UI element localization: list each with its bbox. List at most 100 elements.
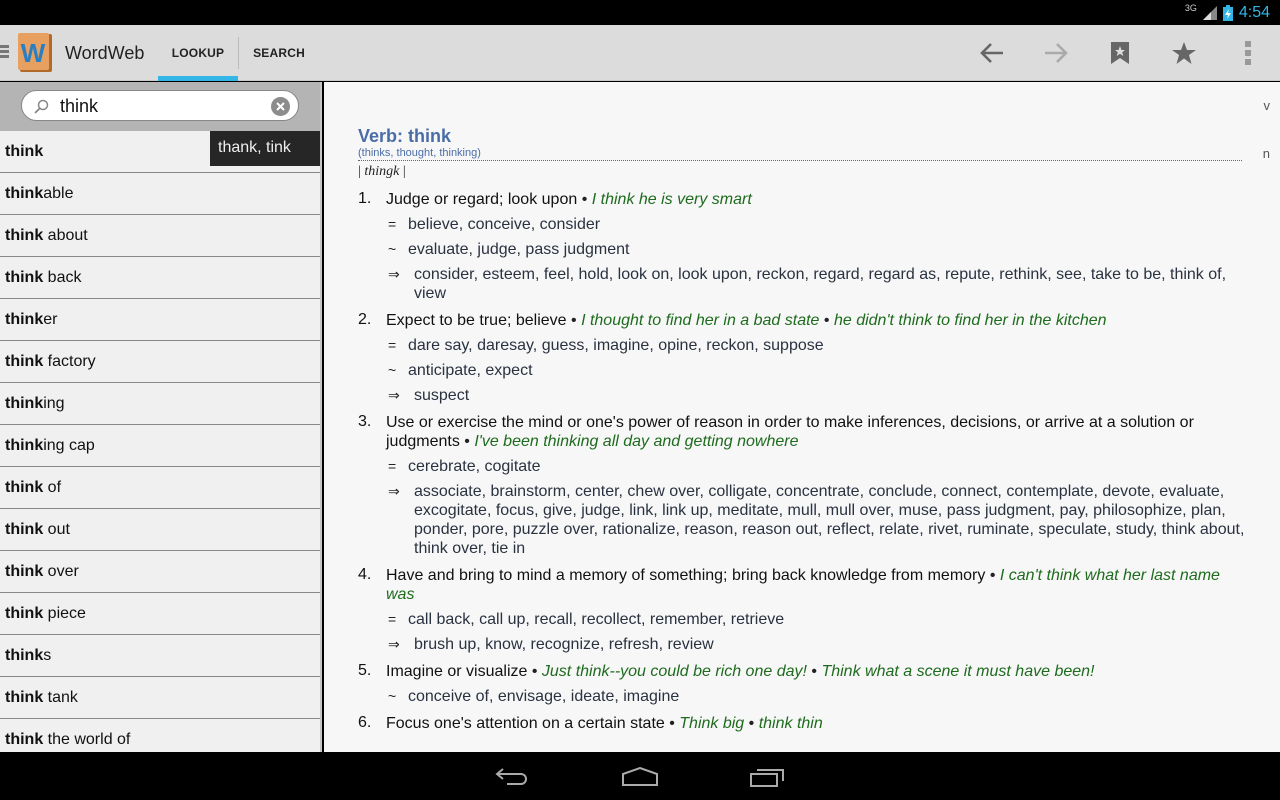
navigation-bar: [0, 752, 1280, 800]
related-word-links[interactable]: anticipate, expect: [408, 362, 533, 379]
similar-icon: ~: [388, 241, 397, 257]
word-list-item[interactable]: think the world of: [0, 719, 320, 752]
similar-icon: ~: [388, 688, 397, 704]
search-box[interactable]: [21, 90, 299, 121]
related-arrow-icon: ⇒: [388, 266, 400, 282]
bullet-separator: •: [819, 312, 834, 329]
forward-arrow-icon[interactable]: [1036, 35, 1076, 71]
tab-search[interactable]: SEARCH: [240, 25, 318, 81]
related-arrow-icon: ⇒: [388, 483, 400, 499]
word-match: think: [5, 394, 44, 412]
word-list-item[interactable]: think factory: [0, 341, 320, 383]
word-list-item[interactable]: think back: [0, 257, 320, 299]
back-nav-icon[interactable]: [492, 764, 532, 790]
spelling-suggestion-popup[interactable]: thank, tink: [210, 131, 320, 166]
word-match: think: [5, 646, 44, 664]
gloss-text: Have and bring to mind a memory of somet…: [386, 567, 986, 584]
tab-lookup[interactable]: LOOKUP: [158, 25, 238, 81]
related-word-links[interactable]: call back, call up, recall, recollect, r…: [408, 611, 784, 628]
related-word-links[interactable]: evaluate, judge, pass judgment: [408, 241, 629, 258]
word-list-panel: thinkthinkablethink aboutthink backthink…: [0, 82, 322, 752]
related-words: = cerebrate, cogitate: [386, 457, 1248, 476]
word-match: think: [5, 520, 44, 538]
word-suffix: ing cap: [43, 436, 95, 454]
close-icon: [276, 102, 285, 111]
word-list-item[interactable]: think ing: [0, 383, 320, 425]
related-words: ⇒ brush up, know, recognize, refresh, rev…: [386, 635, 1248, 654]
word-list-item[interactable]: think able: [0, 173, 320, 215]
word-suffix: er: [43, 310, 58, 328]
jump-verb-link[interactable]: v: [1264, 98, 1271, 113]
search-bar: [0, 82, 320, 131]
definition-gloss: Judge or regard; look upon • I think he …: [386, 190, 1248, 209]
related-word-links[interactable]: suspect: [414, 387, 469, 404]
entry-title: Verb: think: [358, 126, 452, 146]
word-list-item[interactable]: think of: [0, 467, 320, 509]
bullet-separator: •: [744, 715, 759, 732]
svg-text:W: W: [21, 38, 46, 68]
definition-number: 4.: [358, 566, 372, 583]
word-match: think: [5, 184, 44, 202]
word-suffix: factory: [43, 352, 96, 370]
related-word-links[interactable]: cerebrate, cogitate: [408, 458, 541, 475]
star-icon[interactable]: [1164, 35, 1204, 71]
definitions-list: 1. Judge or regard; look upon • I think h…: [358, 190, 1248, 741]
related-word-links[interactable]: believe, conceive, consider: [408, 216, 600, 233]
definition: 3. Use or exercise the mind or one's powe…: [358, 413, 1248, 558]
similar-icon: ~: [388, 362, 397, 378]
back-arrow-icon[interactable]: [972, 35, 1012, 71]
word-list-item[interactable]: think out: [0, 509, 320, 551]
related-words: ~ evaluate, judge, pass judgment: [386, 240, 1248, 259]
definition-number: 6.: [358, 714, 372, 731]
usage-example: Think what a scene it must have been!: [821, 663, 1095, 680]
wordweb-logo-icon[interactable]: W: [18, 33, 54, 73]
usage-example: Just think--you could be rich one day!: [541, 663, 807, 680]
word-list-item[interactable]: think er: [0, 299, 320, 341]
word-suffix: back: [43, 268, 82, 286]
overflow-menu-icon[interactable]: [1228, 35, 1268, 71]
jump-noun-link[interactable]: n: [1263, 146, 1270, 161]
synonym-icon: =: [388, 337, 397, 353]
search-icon: [34, 99, 49, 114]
word-match: think: [5, 436, 44, 454]
clear-search-button[interactable]: [271, 97, 290, 116]
clock: 4:54: [1238, 3, 1270, 21]
definition-gloss: Focus one's attention on a certain state…: [386, 714, 1248, 733]
search-input[interactable]: [60, 94, 260, 118]
word-list-item[interactable]: think tank: [0, 677, 320, 719]
bullet-separator: •: [459, 433, 475, 450]
word-list-item[interactable]: think over: [0, 551, 320, 593]
word-suffix: piece: [43, 604, 86, 622]
tab-divider: [238, 37, 239, 69]
word-suffix: ing: [43, 394, 65, 412]
related-word-links[interactable]: conceive of, envisage, ideate, imagine: [408, 688, 679, 705]
definition-number: 1.: [358, 190, 372, 207]
gloss-text: Expect to be true; believe: [386, 312, 567, 329]
related-word-links[interactable]: dare say, daresay, guess, imagine, opine…: [408, 337, 824, 354]
definition-number: 3.: [358, 413, 372, 430]
bullet-separator: •: [527, 663, 542, 680]
usage-example: I think he is very smart: [591, 191, 752, 208]
related-word-links[interactable]: associate, brainstorm, center, chew over…: [414, 483, 1244, 557]
word-list-item[interactable]: think s: [0, 635, 320, 677]
word-list-item[interactable]: think about: [0, 215, 320, 257]
word-match: think: [5, 268, 44, 286]
word-list-item[interactable]: think ing cap: [0, 425, 320, 467]
definition-number: 2.: [358, 311, 372, 328]
word-list-item[interactable]: think piece: [0, 593, 320, 635]
usage-example: he didn't think to find her in the kitch…: [833, 312, 1107, 329]
related-words: ⇒ consider, esteem, feel, hold, look on, …: [386, 265, 1248, 303]
related-word-links[interactable]: consider, esteem, feel, hold, look on, l…: [414, 266, 1226, 302]
word-suffix: the world of: [43, 730, 131, 748]
recent-apps-icon[interactable]: [748, 764, 788, 790]
gloss-text: Imagine or visualize: [386, 663, 528, 680]
definition: 6. Focus one's attention on a certain sta…: [358, 714, 1248, 733]
related-arrow-icon: ⇒: [388, 636, 400, 652]
word-match: think: [5, 142, 44, 160]
home-nav-icon[interactable]: [620, 764, 660, 790]
related-word-links[interactable]: brush up, know, recognize, refresh, revi…: [414, 636, 714, 653]
drawer-icon[interactable]: [0, 45, 9, 59]
bookmark-icon[interactable]: [1100, 35, 1140, 71]
definition: 1. Judge or regard; look upon • I think h…: [358, 190, 1248, 303]
definition: 4. Have and bring to mind a memory of som…: [358, 566, 1248, 654]
